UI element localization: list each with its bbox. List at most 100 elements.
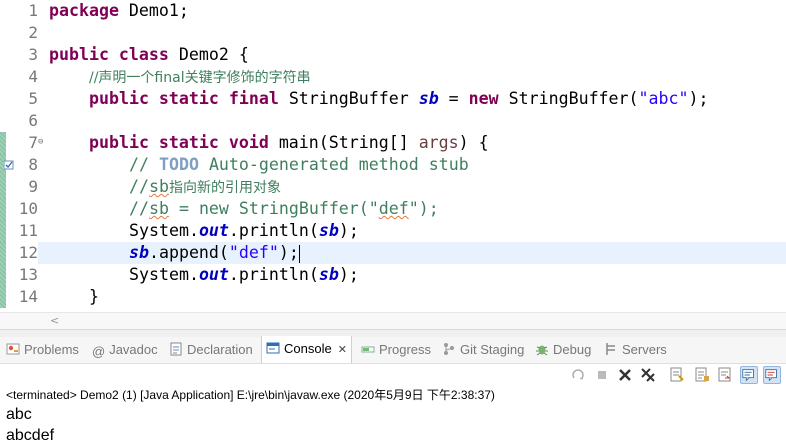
fold-icon[interactable]: ⊖	[38, 137, 43, 147]
code-token: StringBuffer	[278, 89, 419, 108]
comment-token: //	[129, 199, 149, 218]
tab-javadoc[interactable]: @ Javadoc	[92, 337, 158, 362]
field-token: sb	[318, 265, 339, 284]
console-output-line: abc	[6, 406, 32, 423]
code-token: );	[338, 265, 359, 284]
line-number: 6	[28, 111, 38, 130]
tab-servers[interactable]: Servers	[604, 337, 667, 362]
code-token: Demo1;	[118, 1, 189, 20]
tab-problems[interactable]: Problems	[6, 337, 79, 362]
code-line[interactable]: 6	[0, 110, 786, 132]
code-token: );	[278, 243, 299, 262]
code-line[interactable]: 8 // TODO Auto-generated method stub	[0, 154, 786, 176]
line-number: 13	[18, 265, 38, 284]
remove-all-icon[interactable]	[639, 366, 657, 384]
code-editor[interactable]: 1 package Demo1; 2 3 public class Demo2 …	[0, 0, 786, 312]
tab-label: Declaration	[187, 342, 253, 357]
horizontal-scrollbar[interactable]: <	[0, 312, 786, 329]
todo-token: TODO	[158, 155, 199, 174]
code-token: );	[688, 89, 709, 108]
progress-icon	[361, 346, 375, 353]
line-number: 11	[18, 221, 38, 240]
bug-icon	[536, 345, 548, 356]
comment-token: 指向新的引用对象	[168, 180, 281, 196]
terminate-icon[interactable]	[593, 366, 611, 384]
clear-console-icon[interactable]	[668, 366, 686, 384]
code-line[interactable]: 14 }	[0, 286, 786, 308]
code-line[interactable]: 2	[0, 22, 786, 44]
code-line[interactable]: 5 public static final StringBuffer sb = …	[0, 88, 786, 110]
code-token: package	[49, 1, 119, 20]
tab-console[interactable]: Console ✕	[261, 336, 352, 363]
code-line-current[interactable]: 12 sb.append("def");	[0, 242, 786, 264]
problems-icon	[6, 343, 20, 355]
tab-label: Console	[284, 341, 332, 356]
line-number: 7	[28, 133, 38, 152]
show-on-stderr-icon[interactable]	[763, 366, 781, 384]
scroll-left-icon[interactable]: <	[50, 314, 59, 327]
tab-progress[interactable]: Progress	[361, 337, 431, 362]
code-token: ) {	[458, 133, 489, 152]
field-token: sb	[418, 89, 439, 108]
param-token: args	[418, 133, 459, 152]
field-token: out	[198, 265, 229, 284]
field-token: sb	[318, 221, 339, 240]
field-token: out	[198, 221, 229, 240]
at-icon: @	[92, 344, 106, 359]
comment-token: //声明一个final关键字修饰的字符串	[89, 70, 311, 86]
line-number: 4	[28, 67, 38, 86]
console-output[interactable]: abc abcdef	[6, 404, 54, 446]
code-token: .println(	[228, 265, 319, 284]
scroll-lock-icon[interactable]	[693, 366, 711, 384]
comment-token: //	[129, 155, 159, 174]
code-token: =	[438, 89, 469, 108]
field-token: sb	[129, 243, 149, 262]
code-token: );	[338, 221, 359, 240]
string-token: "def"	[228, 243, 279, 262]
comment-token: def	[378, 199, 409, 218]
relaunch-icon[interactable]	[569, 366, 587, 384]
code-line[interactable]: 11 System.out.println(sb);	[0, 220, 786, 242]
code-token: .append(	[148, 243, 229, 262]
code-token: }	[89, 287, 99, 306]
servers-icon	[606, 343, 615, 355]
remove-launch-icon[interactable]	[616, 366, 634, 384]
git-icon	[444, 343, 454, 355]
close-icon[interactable]: ✕	[338, 344, 347, 356]
line-number: 1	[28, 1, 38, 20]
show-on-stdout-icon[interactable]	[740, 366, 758, 384]
tab-declaration[interactable]: Declaration	[169, 337, 253, 362]
tab-label: Servers	[622, 342, 667, 357]
line-number: 2	[28, 23, 38, 42]
line-number: 10	[18, 199, 38, 218]
tab-label: Javadoc	[109, 342, 158, 357]
line-number: 12	[6, 242, 38, 264]
code-line[interactable]: 7 ⊖ public static void main(String[] arg…	[0, 132, 786, 154]
code-token: System.	[129, 221, 199, 240]
console-output-line: abcdef	[6, 427, 55, 444]
tab-label: Progress	[379, 342, 432, 357]
code-line[interactable]: 13 System.out.println(sb);	[0, 264, 786, 286]
code-token: public static void	[89, 133, 269, 152]
bottom-panel-tabs: Problems @ Javadoc Declaration Console ✕ P…	[0, 336, 786, 364]
console-toolbar	[0, 364, 786, 386]
comment-token: ");	[408, 199, 439, 218]
code-line[interactable]: 4 //声明一个final关键字修饰的字符串	[0, 66, 786, 88]
code-token: StringBuffer(	[498, 89, 639, 108]
word-wrap-icon[interactable]	[716, 366, 734, 384]
tab-debug[interactable]: Debug	[535, 337, 591, 362]
pane-divider[interactable]	[0, 329, 786, 337]
text-caret	[298, 244, 300, 263]
code-line[interactable]: 3 public class Demo2 {	[0, 44, 786, 66]
console-icon	[266, 342, 280, 354]
comment-token: //	[129, 177, 149, 196]
code-token: new	[468, 89, 499, 108]
tab-git-staging[interactable]: Git Staging	[442, 337, 524, 362]
tab-label: Git Staging	[460, 342, 525, 357]
code-line[interactable]: 9 //sb指向新的引用对象	[0, 176, 786, 198]
code-line[interactable]: 1 package Demo1;	[0, 0, 786, 22]
declaration-icon	[170, 342, 182, 356]
code-token: .println(	[228, 221, 319, 240]
code-line[interactable]: 10 //sb = new StringBuffer("def");	[0, 198, 786, 220]
comment-token: Auto-generated method stub	[198, 155, 469, 174]
